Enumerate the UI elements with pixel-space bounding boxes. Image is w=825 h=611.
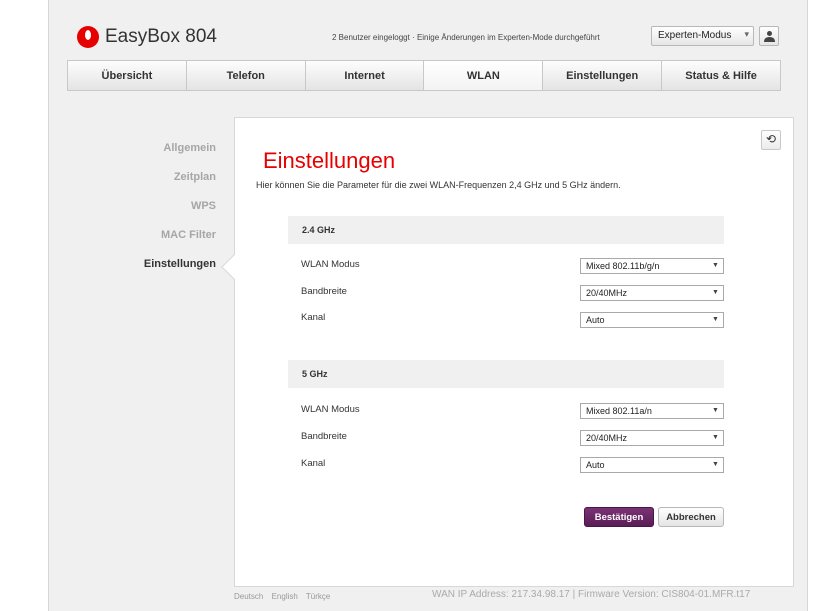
chevron-down-icon: ▼ [712,289,719,296]
user-icon [764,31,775,42]
wlan-mode-label-2-4ghz: WLAN Modus [301,259,360,270]
user-button[interactable] [759,26,779,46]
cancel-button[interactable]: Abbrechen [658,507,724,527]
page-title: Einstellungen [263,148,396,173]
tab-status-hilfe[interactable]: Status & Hilfe [662,61,780,90]
bandwidth-select-5ghz[interactable]: 20/40MHz ▼ [580,430,724,446]
bandwidth-value-2-4ghz: 20/40MHz [586,288,628,298]
bandwidth-label-5ghz: Bandbreite [301,431,347,442]
tab-einstellungen[interactable]: Einstellungen [543,61,663,90]
content-panel: ⟲ Einstellungen Hier können Sie die Para… [221,117,794,587]
mode-select[interactable]: Experten-Modus ▾ [651,26,754,46]
tab-telefon[interactable]: Telefon [187,61,306,90]
wlan-mode-label-5ghz: WLAN Modus [301,404,360,415]
chevron-down-icon: ▾ [744,29,749,39]
language-link-english[interactable]: English [272,592,298,601]
login-status-message: 2 Benutzer eingeloggt · Einige Änderunge… [332,33,600,42]
confirm-button[interactable]: Bestätigen [584,507,654,527]
main-navigation: Übersicht Telefon Internet WLAN Einstell… [67,60,781,91]
app-title: EasyBox 804 [105,26,217,47]
vodafone-logo-icon [77,26,99,48]
undo-button[interactable]: ⟲ [761,130,781,150]
section-heading-5ghz: 5 GHz [288,360,724,388]
sidebar-item-mac-filter[interactable]: MAC Filter [96,227,216,256]
bandwidth-label-2-4ghz: Bandbreite [301,286,347,297]
section-heading-2-4ghz: 2.4 GHz [288,216,724,244]
tab-wlan[interactable]: WLAN [424,61,544,90]
bandwidth-select-2-4ghz[interactable]: 20/40MHz ▼ [580,285,724,301]
undo-icon: ⟲ [765,132,777,146]
chevron-down-icon: ▼ [712,316,719,323]
channel-select-5ghz[interactable]: Auto ▼ [580,457,724,473]
sidebar-item-zeitplan[interactable]: Zeitplan [96,169,216,198]
channel-value-2-4ghz: Auto [586,315,605,325]
mode-select-value: Experten-Modus [658,30,732,41]
channel-select-2-4ghz[interactable]: Auto ▼ [580,312,724,328]
sidebar-item-einstellungen[interactable]: Einstellungen [96,256,216,285]
language-link-tuerkce[interactable]: Türkçe [306,592,330,601]
tab-uebersicht[interactable]: Übersicht [68,61,187,90]
language-link-deutsch[interactable]: Deutsch [234,592,263,601]
wlan-mode-value-2-4ghz: Mixed 802.11b/g/n [586,261,660,271]
chevron-down-icon: ▼ [712,434,719,441]
tab-internet[interactable]: Internet [306,61,425,90]
chevron-down-icon: ▼ [712,262,719,269]
channel-value-5ghz: Auto [586,460,605,470]
wlan-mode-value-5ghz: Mixed 802.11a/n [586,406,652,416]
chevron-down-icon: ▼ [712,407,719,414]
sidebar-item-allgemein[interactable]: Allgemein [96,140,216,169]
page-description: Hier können Sie die Parameter für die zw… [256,180,621,190]
channel-label-5ghz: Kanal [301,458,326,469]
language-switcher: Deutsch English Türkçe [234,592,336,601]
wlan-mode-select-2-4ghz[interactable]: Mixed 802.11b/g/n ▼ [580,258,724,274]
chevron-down-icon: ▼ [712,461,719,468]
sidebar-item-wps[interactable]: WPS [96,198,216,227]
sidebar-navigation: Allgemein Zeitplan WPS MAC Filter Einste… [96,140,216,285]
footer-firmware-info: WAN IP Address: 217.34.98.17 | Firmware … [432,589,751,600]
wlan-mode-select-5ghz[interactable]: Mixed 802.11a/n ▼ [580,403,724,419]
channel-label-2-4ghz: Kanal [301,312,326,323]
bandwidth-value-5ghz: 20/40MHz [586,433,628,443]
